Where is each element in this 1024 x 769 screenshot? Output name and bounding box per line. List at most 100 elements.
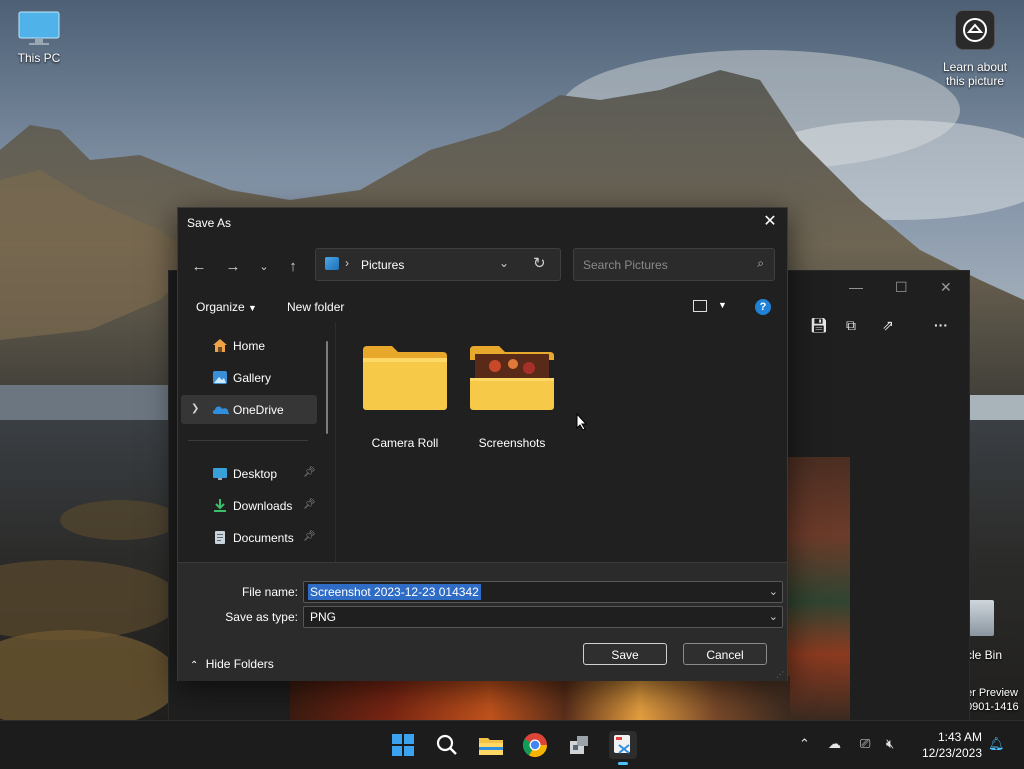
file-explorer-icon [479,738,503,755]
dialog-titlebar[interactable]: Save As ✕ [178,208,787,238]
chevron-up-icon: ⌃ [190,660,199,671]
folder-item-camera-roll[interactable]: Camera Roll [355,330,455,450]
downloads-icon [212,498,228,513]
address-location[interactable]: Pictures [361,258,404,272]
volume-muted-icon[interactable]: 🔇︎ [886,736,894,752]
learn-about-picture-icon[interactable]: Learn about this picture [936,10,1014,88]
clock[interactable]: 1:43 AM 12/23/2023 [912,729,982,761]
new-folder-button[interactable]: New folder [287,300,344,314]
folder-item-screenshots[interactable]: Screenshots [462,330,562,450]
file-explorer-button[interactable] [477,731,505,759]
minimize-icon[interactable]: — [849,279,863,295]
save-type-select[interactable]: PNG ⌄ [303,606,783,628]
start-button[interactable] [389,731,417,759]
save-as-dialog[interactable]: Save As ✕ ← → ⌄ ↑ › Pictures ⌄ ↻ ⌕ Organ… [177,207,788,681]
hide-folders-label: Hide Folders [205,657,274,671]
pin-icon: 📌︎ [303,467,316,478]
nav-item-label: Gallery [233,371,272,385]
navigation-pane[interactable]: Home Gallery ❯ OneDrive Desktop 📌︎ Downl… [178,326,333,562]
nav-item-label: OneDrive [233,403,284,417]
save-icon[interactable]: 💾︎ [810,317,828,334]
nav-item-desktop[interactable]: Desktop 📌︎ [181,459,317,488]
recycle-bin-icon [968,600,994,636]
learn-label-line2: this picture [945,74,1005,88]
nav-item-gallery[interactable]: Gallery [181,363,317,392]
mouse-cursor-icon [576,412,588,434]
save-type-dropdown-icon[interactable]: ⌄ [769,610,778,623]
nav-item-downloads[interactable]: Downloads 📌︎ [181,491,317,520]
save-button[interactable]: Save [583,643,667,665]
help-icon[interactable]: ? [755,299,771,315]
pin-icon: 📌︎ [303,499,316,510]
organize-button[interactable]: Organize ▼ [196,300,257,314]
nav-item-label: Documents [233,531,294,545]
learn-label-line1: Learn about [942,60,1008,74]
resize-grip-icon[interactable]: ⋰ [776,670,784,679]
file-name-dropdown-icon[interactable]: ⌄ [769,585,778,598]
dialog-title: Save As [187,216,232,230]
gallery-icon [212,370,228,385]
nav-divider [188,440,308,441]
recent-locations-chevron-icon[interactable]: ⌄ [252,256,276,278]
insider-preview-watermark: er Preview 0901-1416 [966,686,1024,714]
copy-icon[interactable]: ⧉ [846,317,856,334]
watermark-line2: 0901-1416 [966,701,1019,713]
monitor-icon [18,11,60,45]
search-box[interactable]: ⌕ [573,248,775,281]
pane-divider[interactable] [335,322,336,562]
save-options-panel: File name: Screenshot 2023-12-23 014342 … [178,562,787,681]
chrome-button[interactable] [521,731,549,759]
home-icon [212,338,228,353]
windows-logo-icon [392,734,414,756]
more-icon[interactable]: ··· [934,317,948,333]
file-name-label: File name: [241,585,298,599]
onedrive-icon [212,402,230,417]
view-dropdown-icon[interactable]: ▼ [718,300,727,310]
nav-item-documents[interactable]: Documents 📌︎ [181,523,317,552]
search-button[interactable] [433,731,461,759]
nav-item-label: Desktop [233,467,278,481]
notification-bell-icon[interactable]: 🔔︎ [988,736,1005,752]
photo-preview-right [787,457,850,720]
close-icon[interactable]: ✕ [761,213,779,231]
share-icon[interactable]: ⇗ [882,317,894,334]
nav-item-home[interactable]: Home [181,331,317,360]
search-input[interactable] [581,255,745,275]
organize-label: Organize [196,300,245,314]
forward-icon[interactable]: → [221,256,245,278]
expand-chevron-icon[interactable]: ❯ [191,403,199,414]
watermark-line1: er Preview [966,687,1018,699]
show-hidden-icons-chevron-icon[interactable]: ⌃ [799,736,810,752]
file-name-field[interactable]: Screenshot 2023-12-23 014342 ⌄ [303,581,783,603]
cancel-button[interactable]: Cancel [683,643,767,665]
breadcrumb-chevron-icon: › [345,256,349,270]
file-name-value[interactable]: Screenshot 2023-12-23 014342 [308,584,481,600]
recycle-bin-label: cle Bin [966,648,1003,662]
app-installer-button[interactable] [565,731,593,759]
recycle-bin-desktop-icon[interactable]: cle Bin [966,600,1024,662]
search-icon[interactable]: ⌕ [757,256,764,271]
maximize-icon[interactable]: ☐ [895,279,908,296]
hide-folders-button[interactable]: ⌃ Hide Folders [190,657,274,671]
this-pc-desktop-icon[interactable]: This PC [10,10,68,65]
refresh-icon[interactable]: ↻ [533,254,546,272]
view-options-icon[interactable] [693,300,707,312]
taskbar: ⌃ ☁︎ ⎚ 🔇︎ 1:43 AM 12/23/2023 🔔︎ [0,720,1024,769]
cloud-offline-icon[interactable]: ☁︎ [828,736,841,752]
package-icon [570,736,588,754]
pictures-icon [325,257,339,270]
folder-label: Camera Roll [371,436,439,450]
close-icon[interactable]: ✕ [940,279,952,296]
clock-time: 1:43 AM [937,730,982,744]
up-icon[interactable]: ↑ [281,256,305,278]
snipping-tool-button[interactable] [609,731,637,765]
nav-item-onedrive[interactable]: ❯ OneDrive [181,395,317,424]
address-bar[interactable]: › Pictures ⌄ ↻ [315,248,561,281]
chrome-icon [522,733,547,758]
back-icon[interactable]: ← [187,256,211,278]
network-icon[interactable]: ⎚ [860,736,870,752]
nav-scrollbar[interactable] [326,341,328,434]
address-dropdown-icon[interactable]: ⌄ [499,256,509,270]
folder-label: Screenshots [478,436,546,450]
desktop-icon [212,466,228,481]
